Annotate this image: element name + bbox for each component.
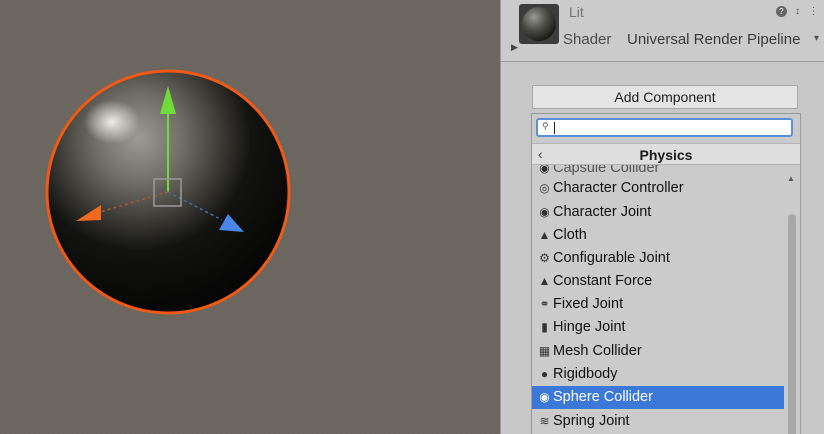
constant-force-icon: ▲ — [538, 274, 551, 288]
add-component-popup: ⚲ ‹ Physics ◉ Capsule Collider ◎ Charact… — [531, 113, 801, 434]
list-item[interactable]: ⚭ Fixed Joint — [532, 293, 784, 316]
material-header: ▶ Lit Shader Universal Render Pipeline ▾… — [501, 0, 824, 62]
configurable-joint-icon: ⚙ — [539, 251, 550, 265]
cloth-icon: ▲ — [538, 228, 551, 242]
component-list: ◉ Capsule Collider ◎ Character Controlle… — [532, 165, 784, 434]
capsule-collider-icon: ◉ — [539, 165, 550, 175]
scroll-up-icon[interactable]: ▲ — [787, 174, 795, 183]
list-item[interactable]: ◉ Character Joint — [532, 201, 784, 224]
help-icon[interactable]: ? — [776, 6, 787, 17]
category-title: Physics — [639, 147, 693, 163]
search-icon: ⚲ — [542, 121, 549, 131]
scene-view[interactable] — [0, 0, 500, 434]
scrollbar-thumb[interactable] — [788, 214, 796, 434]
list-item[interactable]: ⚙ Configurable Joint — [532, 247, 784, 270]
sphere-highlight — [84, 100, 140, 144]
mesh-collider-icon: ▦ — [538, 344, 551, 358]
hinge-joint-icon: ▮ — [541, 320, 548, 334]
fixed-joint-icon: ⚭ — [539, 297, 550, 311]
text-cursor — [554, 122, 555, 134]
list-item[interactable]: ◎ Character Controller — [532, 177, 784, 200]
rigidbody-icon: ● — [540, 367, 549, 381]
list-item[interactable]: ▲ Constant Force — [532, 270, 784, 293]
material-preview[interactable] — [519, 4, 559, 44]
foldout-arrow-icon[interactable]: ▶ — [511, 42, 518, 53]
list-item[interactable]: ▲ Cloth — [532, 224, 784, 247]
material-name: Lit — [569, 4, 584, 20]
scrollbar[interactable]: ▲ — [787, 174, 797, 434]
shader-label: Shader — [563, 31, 612, 48]
list-item[interactable]: ● Rigidbody — [532, 363, 784, 386]
list-item[interactable]: ≋ Spring Joint — [532, 410, 784, 433]
character-controller-icon: ◎ — [539, 181, 550, 195]
list-item[interactable]: ▦ Mesh Collider — [532, 340, 784, 363]
chevron-down-icon: ▾ — [813, 33, 819, 44]
character-joint-icon: ◉ — [539, 205, 550, 219]
list-item[interactable]: ▮ Hinge Joint — [532, 316, 784, 339]
category-header: ‹ Physics — [532, 143, 800, 165]
shader-dropdown[interactable]: Universal Render Pipeline ▾ — [625, 28, 823, 52]
search-field[interactable]: ⚲ — [536, 118, 793, 137]
header-icons: ? ↕ ⋮ — [776, 6, 819, 17]
scene-canvas[interactable] — [0, 0, 500, 434]
presets-icon[interactable]: ↕ — [792, 6, 803, 17]
inspector-panel: ▶ Lit Shader Universal Render Pipeline ▾… — [500, 0, 824, 434]
spring-joint-icon: ≋ — [539, 414, 550, 428]
list-item-selected[interactable]: ◉ Sphere Collider — [532, 386, 784, 409]
context-menu-icon[interactable]: ⋮ — [808, 6, 819, 17]
sphere-collider-icon: ◉ — [539, 390, 550, 404]
shader-value: Universal Render Pipeline — [627, 31, 801, 48]
add-component-button[interactable]: Add Component — [532, 85, 798, 109]
